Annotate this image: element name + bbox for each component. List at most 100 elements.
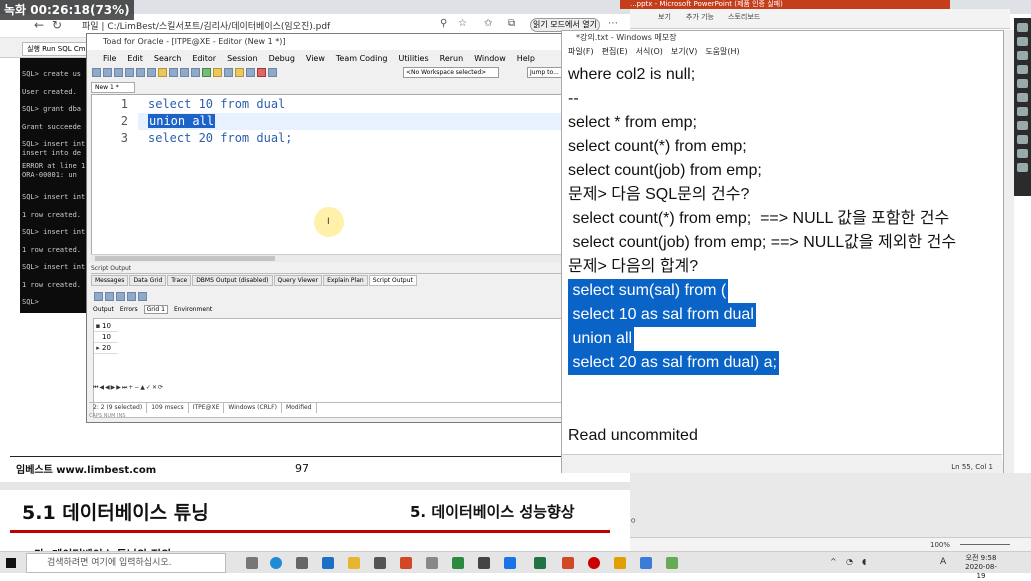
notepad-taskbar-icon[interactable] [640, 557, 652, 569]
notepad-text-area[interactable]: where col2 is null; -- select * from emp… [562, 61, 1002, 454]
menu-debug[interactable]: Debug [269, 54, 295, 63]
print-output-icon[interactable] [138, 292, 147, 301]
export-icon[interactable] [105, 292, 114, 301]
run-icon[interactable] [202, 68, 211, 77]
grid-navigator[interactable]: ⏮◀◀▶▶⏭+−▲✓✕⟳ [93, 384, 164, 393]
menu-search[interactable]: Search [154, 54, 181, 63]
find-icon[interactable] [127, 292, 136, 301]
menu-view[interactable]: View [306, 54, 325, 63]
table-row[interactable]: 10 [94, 332, 118, 343]
sql-cmd-window[interactable]: SQL> create us User created. SQL> grant … [20, 58, 90, 313]
paint-icon[interactable] [426, 557, 438, 569]
np-menu-help[interactable]: 도움말(H) [705, 47, 739, 56]
taskbar-search-input[interactable]: 검색하려면 여기에 입력하십시오. [26, 553, 226, 573]
ppt-tab-addins[interactable]: 추가 기능 [686, 12, 714, 22]
menu-utilities[interactable]: Utilities [399, 54, 429, 63]
toad-taskbar-icon[interactable] [374, 557, 386, 569]
collections-icon[interactable]: ⧉ [508, 18, 515, 29]
search-icon[interactable]: ⚲ [440, 18, 447, 29]
task-view-icon[interactable] [246, 557, 258, 569]
app-icon-green[interactable] [452, 557, 464, 569]
np-menu-view[interactable]: 보기(V) [671, 47, 697, 56]
fill-icon[interactable] [1017, 107, 1028, 116]
mail-icon[interactable] [322, 557, 334, 569]
tab-data-grid[interactable]: Data Grid [129, 275, 167, 286]
subtab-environment[interactable]: Environment [174, 306, 212, 313]
layout-icon[interactable] [191, 68, 200, 77]
ppt-right-scrollbar[interactable] [1004, 30, 1014, 473]
taskbar-clock[interactable]: 오전 9:58 2020-08-19 [963, 554, 999, 581]
tab-script-output[interactable]: Script Output [368, 275, 417, 286]
menu-help[interactable]: Help [517, 54, 535, 63]
ppt-tab-view[interactable]: 보기 [658, 12, 671, 22]
tab-trace[interactable]: Trace [167, 275, 192, 286]
np-menu-edit[interactable]: 편집(E) [602, 47, 628, 56]
table-icon[interactable] [169, 68, 178, 77]
tray-chevron-icon[interactable]: ^ [830, 557, 837, 566]
menu-file[interactable]: File [103, 54, 116, 63]
subtab-errors[interactable]: Errors [120, 306, 138, 313]
jump-to-input[interactable]: Jump to... [527, 67, 563, 78]
menu-session[interactable]: Session [227, 54, 258, 63]
tab-dbms-output[interactable]: DBMS Output (disabled) [192, 275, 273, 286]
word-icon[interactable] [504, 557, 516, 569]
key-icon[interactable] [158, 68, 167, 77]
ime-indicator[interactable]: A [940, 557, 946, 567]
tray-volume-icon[interactable]: ◖ [862, 557, 866, 566]
back-icon[interactable]: ← [34, 18, 44, 32]
edge-icon[interactable] [270, 557, 282, 569]
windows-start-icon[interactable] [6, 558, 16, 568]
cmd-tab[interactable]: 실행 Run SQL Cmd [22, 42, 88, 56]
tools-icon[interactable] [235, 68, 244, 77]
ppt-zoom-level[interactable]: 100% [930, 538, 950, 552]
table-row[interactable]: ▸ 20 [94, 343, 118, 354]
workspace-select[interactable]: <No Workspace selected> [403, 67, 499, 78]
db-icon[interactable] [224, 68, 233, 77]
app-icon-tree[interactable] [666, 557, 678, 569]
pencil-icon[interactable] [1017, 37, 1028, 46]
schema-icon[interactable] [147, 68, 156, 77]
menu-team-coding[interactable]: Team Coding [336, 54, 388, 63]
sql-editor[interactable]: 1 select 10 from dual 2 union all 3 sele… [91, 94, 563, 262]
search-app-icon[interactable] [296, 557, 308, 569]
menu-window[interactable]: Window [474, 54, 506, 63]
reload-icon[interactable]: ↻ [52, 18, 62, 32]
text-tool-icon[interactable] [1017, 121, 1028, 130]
record-icon[interactable] [588, 557, 600, 569]
excel-icon[interactable] [534, 557, 546, 569]
menu-editor[interactable]: Editor [192, 54, 216, 63]
new-icon[interactable] [92, 68, 101, 77]
window-icon[interactable] [180, 68, 189, 77]
clear-board-icon[interactable] [1017, 149, 1028, 158]
menu-rerun[interactable]: Rerun [440, 54, 464, 63]
office-icon[interactable] [400, 557, 412, 569]
tab-query-viewer[interactable]: Query Viewer [273, 275, 323, 286]
filter-icon[interactable] [246, 68, 255, 77]
refresh-icon[interactable] [268, 68, 277, 77]
lock-icon[interactable] [213, 68, 222, 77]
explorer-icon[interactable] [348, 557, 360, 569]
line-icon[interactable] [1017, 65, 1028, 74]
url-text[interactable]: 파일 | C:/LimBest/스킬서포트/김리사/데이터베이스(임오진).pd… [82, 19, 330, 32]
powerpoint-icon[interactable] [562, 557, 574, 569]
editor-tab-new1[interactable]: New 1 * [91, 82, 135, 93]
ppt-zoom-slider[interactable] [960, 544, 1010, 545]
table-row[interactable]: ▪ 10 [94, 321, 118, 332]
palette-icon[interactable] [1017, 163, 1028, 172]
open-icon[interactable] [103, 68, 112, 77]
np-menu-file[interactable]: 파일(F) [568, 47, 594, 56]
arrow-icon[interactable] [1017, 79, 1028, 88]
star-icon[interactable]: ☆ [458, 18, 467, 29]
more-icon[interactable]: ⋯ [608, 18, 618, 29]
clear-icon[interactable] [116, 292, 125, 301]
np-menu-format[interactable]: 서식(O) [636, 47, 663, 56]
rect-icon[interactable] [1017, 93, 1028, 102]
editor-hscrollbar[interactable] [91, 254, 563, 262]
stop-icon[interactable] [257, 68, 266, 77]
print-icon[interactable] [125, 68, 134, 77]
tab-explain-plan[interactable]: Explain Plan [323, 275, 368, 286]
app-icon-yellow[interactable] [614, 557, 626, 569]
ppt-tab-storyboard[interactable]: 스토리보드 [728, 12, 760, 22]
eraser-icon[interactable] [1017, 135, 1028, 144]
menu-edit[interactable]: Edit [127, 54, 143, 63]
